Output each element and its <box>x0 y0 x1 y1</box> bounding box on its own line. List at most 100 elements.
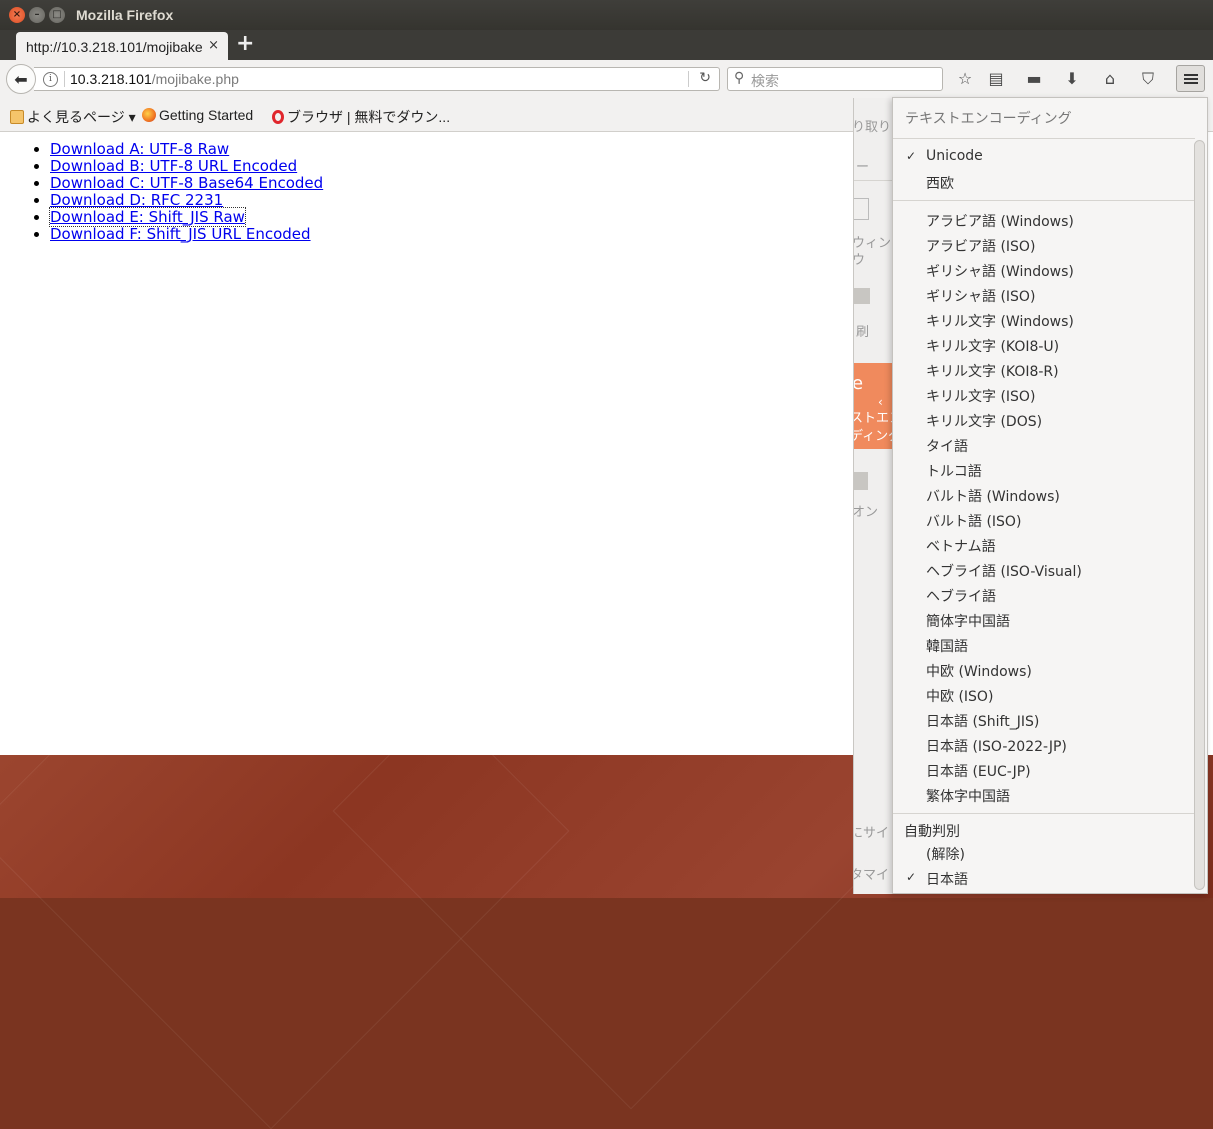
home-icon[interactable]: ⌂ <box>1099 68 1121 90</box>
tab-label: http://10.3.218.101/mojibake.php <box>26 39 202 55</box>
url-path: /mojibake.php <box>151 71 239 87</box>
encoding-item[interactable]: 簡体字中国語 <box>926 611 1010 631</box>
bookmark-getting-started[interactable]: Getting Started <box>142 107 253 123</box>
text-encoding-popup: テキストエンコーディング ✓ Unicode 西欧 アラビア語 (Windows… <box>892 97 1208 894</box>
popup-scrollbar[interactable] <box>1194 140 1205 890</box>
download-list: Download A: UTF-8 Raw Download B: UTF-8 … <box>34 141 323 243</box>
download-link-c[interactable]: Download C: UTF-8 Base64 Encoded <box>50 174 323 192</box>
menu-bar-line <box>1184 78 1198 80</box>
bookmark-most-visited[interactable]: よく見るページ ▾ <box>10 107 136 127</box>
list-item: Download D: RFC 2231 <box>50 192 323 209</box>
bookmark-opera[interactable]: ブラウザ | 無料でダウン... <box>272 107 450 127</box>
back-button[interactable]: ⬅ <box>6 64 36 94</box>
encoding-item[interactable]: キリル文字 (KOI8-U) <box>926 336 1059 356</box>
reload-icon[interactable]: ↻ <box>699 70 711 86</box>
encoding-item[interactable]: 日本語 (ISO-2022-JP) <box>926 736 1067 756</box>
bookmarks-menu-icon[interactable]: ▤ <box>985 68 1007 90</box>
firefox-icon <box>142 108 156 122</box>
panel-text-cut: り取り <box>853 120 892 135</box>
url-bar[interactable]: i 10.3.218.101/mojibake.php ↻ <box>34 67 720 91</box>
tab-close-icon[interactable]: × <box>208 38 219 53</box>
encoding-item[interactable]: トルコ語 <box>926 461 982 481</box>
encoding-item[interactable]: ギリシャ語 (Windows) <box>926 261 1074 281</box>
bookmark-star-icon[interactable]: ☆ <box>954 68 976 90</box>
folder-icon <box>10 110 24 124</box>
check-icon: ✓ <box>906 149 917 163</box>
search-placeholder: 検索 <box>751 74 779 90</box>
new-window-icon <box>854 198 869 220</box>
hamburger-menu-button[interactable] <box>1176 65 1205 92</box>
list-item: Download F: Shift_JIS URL Encoded <box>50 226 323 243</box>
encoding-item[interactable]: キリル文字 (ISO) <box>926 386 1035 406</box>
panel-text-cut: ウ <box>853 253 866 268</box>
encoding-item[interactable]: キリル文字 (Windows) <box>926 311 1074 331</box>
bookmark-label: ブラウザ | 無料でダウン... <box>287 109 451 125</box>
encoding-item[interactable]: キリル文字 (KOI8-R) <box>926 361 1059 381</box>
text-encoding-panel-button[interactable]: e ‹ ストエン ディング <box>854 363 896 449</box>
autodetect-label: 自動判別 <box>904 824 960 840</box>
encoding-item[interactable]: 中欧 (Windows) <box>926 661 1032 681</box>
title-bar: × – □ Mozilla Firefox <box>0 0 1213 30</box>
window-maximize-button[interactable]: □ <box>49 7 65 23</box>
encoding-item[interactable]: 韓国語 <box>926 636 968 656</box>
new-tab-button[interactable]: + <box>236 33 254 55</box>
encoding-item[interactable]: ヘブライ語 <box>926 586 996 606</box>
info-icon[interactable]: i <box>43 72 58 87</box>
popup-title: テキストエンコーディング <box>905 111 1072 127</box>
encoding-item[interactable]: バルト語 (Windows) <box>926 486 1060 506</box>
window-close-button[interactable]: × <box>9 7 25 23</box>
encoding-item[interactable]: バルト語 (ISO) <box>926 511 1021 531</box>
encoding-item[interactable]: タイ語 <box>926 436 968 456</box>
list-item: Download A: UTF-8 Raw <box>50 141 323 158</box>
back-arrow-icon: ⬅ <box>14 70 28 89</box>
popup-divider <box>893 200 1195 201</box>
list-item: Download E: Shift_JIS Raw <box>49 207 323 227</box>
panel-text-cut: ー <box>856 160 870 175</box>
bookmark-label: Getting Started <box>159 107 254 123</box>
nav-bar: i 10.3.218.101/mojibake.php ↻ ⬅ ⚲ 検索 ☆ ▤… <box>0 60 1213 98</box>
bookmark-label: よく見るページ ▾ <box>27 109 136 125</box>
encoding-item[interactable]: アラビア語 (ISO) <box>926 236 1035 256</box>
window-title: Mozilla Firefox <box>76 7 174 23</box>
url-text[interactable]: 10.3.218.101/mojibake.php <box>70 71 239 87</box>
tab-active[interactable]: http://10.3.218.101/mojibake.php × <box>16 32 228 60</box>
opera-icon <box>272 110 284 124</box>
panel-text-cut: 刷 <box>856 325 870 340</box>
url-host: 10.3.218.101 <box>70 71 152 87</box>
encoding-item[interactable]: 繁体字中国語 <box>926 786 1010 806</box>
encoding-item[interactable]: 日本語 (Shift_JIS) <box>926 711 1039 731</box>
encoding-item[interactable]: ヘブライ語 (ISO-Visual) <box>926 561 1082 581</box>
menu-bar-line <box>1184 74 1198 76</box>
encoding-icon: e <box>853 373 864 394</box>
download-icon[interactable]: ⬇ <box>1061 68 1083 90</box>
encoding-item[interactable]: 日本語 (EUC-JP) <box>926 761 1031 781</box>
encoding-item[interactable]: ギリシャ語 (ISO) <box>926 286 1035 306</box>
popup-divider <box>893 138 1195 139</box>
panel-text-cut: にサイ <box>853 826 890 841</box>
encoding-item[interactable]: キリル文字 (DOS) <box>926 411 1042 431</box>
main-menu-panel-behind: り取り ー ウィンド ウ 刷 e ‹ ストエン ディング オン にサイ タマイ <box>853 98 896 894</box>
search-icon: ⚲ <box>734 70 745 86</box>
list-item: Download C: UTF-8 Base64 Encoded <box>50 175 323 192</box>
encoding-item[interactable]: ベトナム語 <box>926 536 996 556</box>
window-minimize-button[interactable]: – <box>29 7 45 23</box>
menu-bar-line <box>1184 82 1198 84</box>
encoding-item-western[interactable]: 西欧 <box>926 173 954 193</box>
list-item: Download B: UTF-8 URL Encoded <box>50 158 323 175</box>
download-link-e[interactable]: Download E: Shift_JIS Raw <box>49 207 246 227</box>
encoding-item-label: Unicode <box>926 148 983 164</box>
encoding-item[interactable]: アラビア語 (Windows) <box>926 211 1074 231</box>
download-link-b[interactable]: Download B: UTF-8 URL Encoded <box>50 157 297 175</box>
autodetect-off[interactable]: (解除) <box>926 844 965 864</box>
download-link-a[interactable]: Download A: UTF-8 Raw <box>50 140 229 158</box>
check-icon: ✓ <box>906 870 917 884</box>
url-divider <box>64 71 65 87</box>
folder-icon[interactable]: ▬ <box>1023 68 1045 90</box>
download-link-d[interactable]: Download D: RFC 2231 <box>50 191 223 209</box>
pocket-icon[interactable]: ⛉ <box>1137 68 1159 90</box>
download-link-f[interactable]: Download F: Shift_JIS URL Encoded <box>50 225 311 243</box>
panel-text-cut: タマイ <box>853 868 890 883</box>
search-bar[interactable]: ⚲ 検索 <box>727 67 943 91</box>
print-icon <box>854 288 870 304</box>
encoding-item[interactable]: 中欧 (ISO) <box>926 686 993 706</box>
